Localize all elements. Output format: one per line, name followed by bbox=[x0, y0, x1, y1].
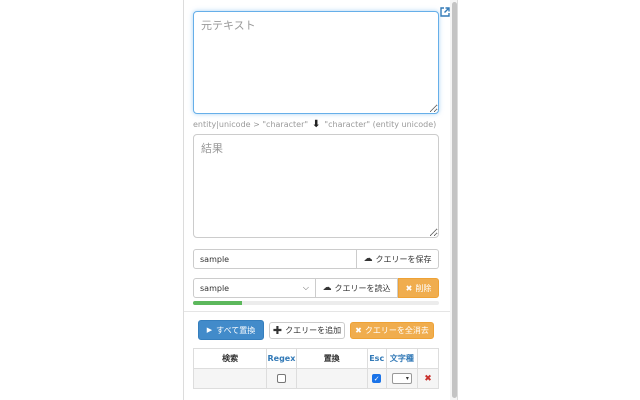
regex-cell bbox=[266, 368, 297, 389]
query-table: 検索 Regex 置換 Esc 文字種 ✓ ▾ ✖ bbox=[192, 348, 439, 389]
remove-cell: ✖ bbox=[417, 368, 439, 389]
load-query-group: sample ⌵ ☁ クエリーを読込 ✖ 削除 bbox=[193, 278, 439, 298]
play-icon: ▶ bbox=[206, 326, 213, 334]
close-icon: ✖ bbox=[405, 283, 413, 293]
save-query-group: ☁ クエリーを保存 bbox=[193, 249, 439, 269]
arrow-down-icon: ⬇ bbox=[312, 119, 321, 130]
regex-checkbox[interactable] bbox=[276, 374, 286, 383]
char-type-select[interactable]: ▾ bbox=[391, 373, 412, 384]
close-icon: ✖ bbox=[355, 326, 362, 335]
result-textarea[interactable] bbox=[193, 134, 439, 238]
conversion-hint: entity|unicode > "character" ⬇ "characte… bbox=[193, 119, 443, 130]
conversion-hint-right: "character" (entity unicode) bbox=[324, 120, 437, 129]
extension-panel: entity|unicode > "character" ⬇ "characte… bbox=[183, 0, 458, 400]
clear-queries-label: クエリーを全消去 bbox=[364, 326, 429, 335]
progress-track bbox=[193, 301, 439, 305]
char-type-cell: ▾ bbox=[385, 368, 419, 389]
replace-cell[interactable] bbox=[295, 368, 368, 389]
replace-all-label: すべて置換 bbox=[216, 325, 256, 335]
load-query-button[interactable]: ☁ クエリーを読込 bbox=[316, 278, 398, 298]
table-header-row: 検索 Regex 置換 Esc 文字種 bbox=[192, 348, 439, 369]
search-cell[interactable] bbox=[192, 368, 268, 389]
save-query-label: クエリーを保存 bbox=[375, 254, 432, 264]
add-query-label: クエリーを追加 bbox=[285, 326, 342, 335]
divider bbox=[184, 311, 450, 312]
header-replace: 置換 bbox=[295, 348, 368, 369]
conversion-hint-left: entity|unicode > "character" bbox=[193, 120, 309, 129]
header-search: 検索 bbox=[192, 348, 268, 369]
header-regex[interactable]: Regex bbox=[266, 348, 297, 369]
plus-icon: ✚ bbox=[272, 324, 283, 337]
saved-query-select[interactable]: sample ⌵ bbox=[193, 278, 316, 298]
replace-all-button[interactable]: ▶ すべて置換 bbox=[198, 320, 264, 340]
clear-queries-button[interactable]: ✖ クエリーを全消去 bbox=[350, 322, 434, 339]
remove-row-icon[interactable]: ✖ bbox=[424, 374, 432, 384]
header-char-type[interactable]: 文字種 bbox=[385, 348, 419, 369]
chevron-down-icon: ▾ bbox=[405, 375, 409, 382]
save-query-button[interactable]: ☁ クエリーを保存 bbox=[357, 249, 439, 269]
add-query-button[interactable]: ✚ クエリーを追加 bbox=[269, 322, 345, 339]
esc-cell: ✓ bbox=[366, 368, 387, 389]
saved-query-selected: sample bbox=[200, 283, 230, 293]
progress-bar bbox=[193, 301, 243, 305]
delete-query-label: 削除 bbox=[415, 283, 432, 293]
header-actions bbox=[417, 348, 439, 369]
query-name-input[interactable] bbox=[193, 249, 357, 269]
header-esc[interactable]: Esc bbox=[366, 348, 387, 369]
esc-checkbox[interactable]: ✓ bbox=[372, 374, 382, 383]
scrollbar[interactable] bbox=[450, 0, 457, 400]
scrollbar-thumb[interactable] bbox=[452, 2, 457, 398]
cloud-download-icon: ☁ bbox=[322, 283, 332, 293]
cloud-upload-icon: ☁ bbox=[363, 254, 373, 264]
chevron-down-icon: ⌵ bbox=[302, 283, 309, 292]
source-textarea[interactable] bbox=[193, 11, 439, 114]
delete-query-button[interactable]: ✖ 削除 bbox=[398, 278, 439, 298]
table-row: ✓ ▾ ✖ bbox=[192, 368, 439, 389]
load-query-label: クエリーを読込 bbox=[334, 283, 391, 293]
